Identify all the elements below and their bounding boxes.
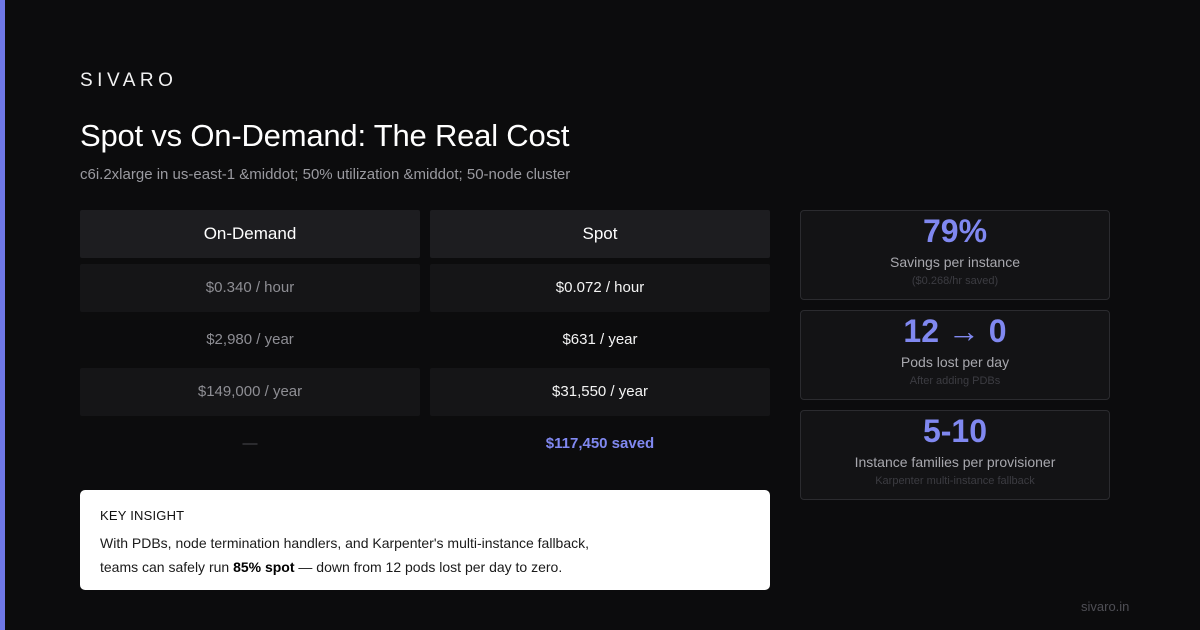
stat-card-savings: 79% Savings per instance ($0.268/hr save…	[800, 210, 1110, 300]
key-insight-text: — down from 12 pods lost per day to zero…	[294, 559, 563, 575]
key-insight-text: teams can safely run	[100, 559, 234, 575]
key-insight-highlight: 85% spot	[233, 559, 295, 575]
key-insight-line-1: With PDBs, node termination handlers, an…	[100, 535, 590, 551]
key-insight-title: KEY INSIGHT	[100, 508, 185, 523]
footer-site-link[interactable]: sivaro.in	[1081, 599, 1129, 614]
cell-spot-hourly: $0.072 / hour	[430, 264, 770, 312]
stat-note: ($0.268/hr saved)	[911, 275, 999, 287]
stat-note: After adding PDBs	[909, 375, 1001, 387]
stat-value: 12 → 0	[903, 313, 1007, 349]
cell-on-demand-yearly-cluster: $149,000 / year	[80, 368, 420, 416]
stat-value: 5-10	[922, 413, 988, 449]
page-subtitle: c6i.2xlarge in us-east-1 &middot; 50% ut…	[80, 166, 571, 183]
cell-spot-yearly-instance: $631 / year	[562, 331, 638, 348]
stat-card-pods-lost: 12 → 0 Pods lost per day After adding PD…	[800, 310, 1110, 400]
brand-logo: SIVARO	[80, 70, 178, 91]
cell-spot-yearly-cluster: $31,550 / year	[430, 368, 770, 416]
stat-value: 79%	[922, 213, 988, 249]
key-insight-box: KEY INSIGHT With PDBs, node termination …	[80, 490, 770, 590]
stat-note: Karpenter multi-instance fallback	[875, 475, 1035, 487]
cell-on-demand-savings: —	[242, 435, 258, 452]
cell-spot-savings: $117,450 saved	[545, 435, 655, 452]
page-title: Spot vs On-Demand: The Real Cost	[80, 118, 570, 153]
cell-on-demand-yearly-instance: $2,980 / year	[206, 331, 294, 348]
column-header-spot: Spot	[430, 210, 770, 258]
key-insight-line-2: teams can safely run 85% spot — down fro…	[100, 559, 562, 575]
accent-bar	[0, 0, 5, 630]
stat-label: Pods lost per day	[900, 354, 1010, 370]
stat-card-instance-families: 5-10 Instance families per provisioner K…	[800, 410, 1110, 500]
cell-on-demand-hourly: $0.340 / hour	[80, 264, 420, 312]
stat-label: Instance families per provisioner	[854, 454, 1056, 470]
column-header-on-demand: On-Demand	[80, 210, 420, 258]
stat-label: Savings per instance	[890, 254, 1020, 270]
